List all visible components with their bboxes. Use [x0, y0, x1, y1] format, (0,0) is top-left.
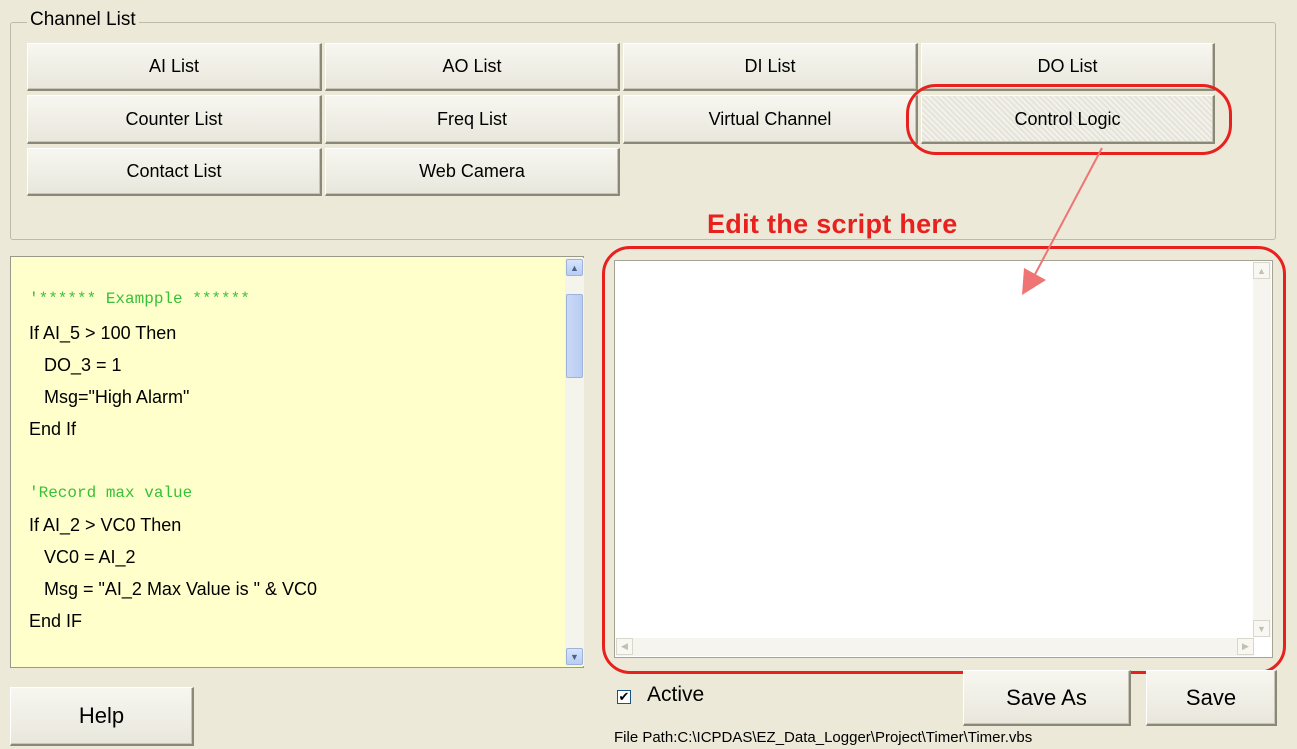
active-label: Active — [647, 683, 705, 706]
script-reference-pane[interactable]: '****** Exampple ****** If AI_5 > 100 Th… — [10, 256, 584, 668]
di-list-button[interactable]: DI List — [623, 43, 918, 91]
help-button[interactable]: Help — [10, 687, 194, 746]
code-line: VC0 = AI_2 — [29, 547, 136, 567]
save-button[interactable]: Save — [1146, 670, 1277, 726]
virtual-channel-button[interactable]: Virtual Channel — [623, 95, 918, 144]
freq-list-button[interactable]: Freq List — [325, 95, 620, 144]
code-line: Msg = "AI_2 Max Value is " & VC0 — [29, 579, 318, 599]
script-reference-scrollbar[interactable]: ▲ ▼ — [565, 258, 584, 666]
channel-list-title: Channel List — [27, 9, 139, 31]
annotation-text: Edit the script here — [707, 209, 958, 239]
contact-list-button[interactable]: Contact List — [27, 148, 322, 196]
code-line: End If — [29, 419, 77, 439]
code-line: DO_3 = 1 — [29, 355, 122, 375]
scroll-up-icon[interactable]: ▲ — [566, 259, 583, 276]
active-checkbox[interactable]: ✔ — [617, 690, 631, 704]
code-line: 'Record max value — [29, 484, 193, 502]
web-camera-button[interactable]: Web Camera — [325, 148, 620, 196]
ao-list-button[interactable]: AO List — [325, 43, 620, 91]
editor-highlight — [602, 246, 1286, 674]
code-line: '****** Exampple ****** — [29, 290, 250, 308]
code-line: If AI_2 > VC0 Then — [29, 515, 182, 535]
annotation-arrow-icon — [1022, 147, 1103, 295]
file-path: File Path:C:\ICPDAS\EZ_Data_Logger\Proje… — [614, 729, 1033, 746]
code-line: Msg="High Alarm" — [29, 387, 190, 407]
ai-list-button[interactable]: AI List — [27, 43, 322, 91]
counter-list-button[interactable]: Counter List — [27, 95, 322, 144]
save-as-button[interactable]: Save As — [963, 670, 1131, 726]
code-line: End IF — [29, 611, 83, 631]
scroll-down-icon[interactable]: ▼ — [566, 648, 583, 665]
code-line: If AI_5 > 100 Then — [29, 323, 177, 343]
scroll-thumb[interactable] — [566, 294, 583, 378]
